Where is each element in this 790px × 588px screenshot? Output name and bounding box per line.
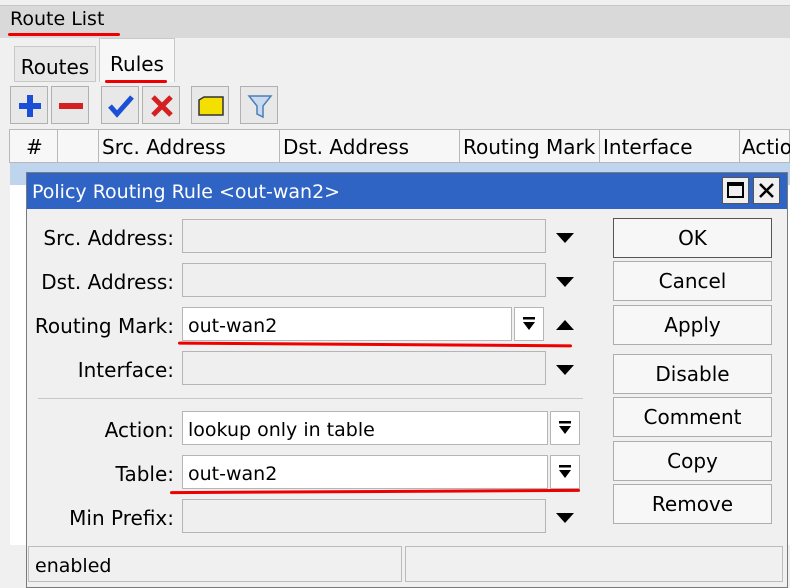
table-label: Table: <box>115 462 174 486</box>
dropdown-icon <box>559 465 571 478</box>
status-text: enabled <box>28 546 402 582</box>
dropdown-icon <box>523 317 535 330</box>
action-dropdown-button[interactable] <box>550 411 580 445</box>
min-prefix-field[interactable] <box>182 499 546 533</box>
minus-icon <box>59 103 83 109</box>
divider <box>38 398 583 399</box>
maximize-icon <box>727 182 744 198</box>
apply-button[interactable]: Apply <box>613 305 772 345</box>
dropdown-arrow-icon[interactable] <box>556 365 574 375</box>
check-icon <box>108 95 134 118</box>
close-button[interactable] <box>753 177 780 204</box>
dropdown-icon <box>559 421 571 434</box>
column-separator <box>98 130 99 162</box>
dst-address-field[interactable] <box>182 263 546 297</box>
min-prefix-label: Min Prefix: <box>69 506 174 530</box>
comment-icon <box>198 96 224 116</box>
ok-button[interactable]: OK <box>613 218 772 258</box>
column-header-dst-address[interactable]: Dst. Address <box>283 135 409 159</box>
column-separator <box>599 130 600 162</box>
src-address-field[interactable] <box>182 219 546 253</box>
tab-routes[interactable]: Routes <box>14 46 96 82</box>
disable-button[interactable] <box>142 86 180 124</box>
column-header-interface[interactable]: Interface <box>603 135 693 159</box>
cancel-button[interactable]: Cancel <box>613 261 772 301</box>
dropdown-arrow-icon[interactable] <box>556 513 574 523</box>
interface-label: Interface: <box>77 358 174 382</box>
add-button[interactable] <box>10 86 48 124</box>
src-address-label: Src. Address: <box>43 226 174 250</box>
routing-mark-dropdown-button[interactable] <box>514 307 544 341</box>
copy-button[interactable]: Copy <box>613 441 772 481</box>
routing-mark-label: Routing Mark: <box>34 314 174 338</box>
annotation-underline <box>105 80 167 83</box>
tab-rules[interactable]: Rules <box>99 38 175 82</box>
status-cell-empty <box>405 546 783 582</box>
comment-rule-button[interactable]: Comment <box>613 397 772 437</box>
table-select[interactable]: out-wan2 <box>182 455 548 489</box>
interface-field[interactable] <box>182 351 546 385</box>
dst-address-label: Dst. Address: <box>41 270 174 294</box>
plus-icon <box>19 95 41 117</box>
enable-button[interactable] <box>101 86 139 124</box>
filter-button[interactable] <box>240 86 278 124</box>
disable-rule-button[interactable]: Disable <box>613 354 772 394</box>
close-icon <box>759 183 774 198</box>
routing-mark-field[interactable]: out-wan2 <box>182 307 512 341</box>
column-separator <box>739 130 740 162</box>
collapse-arrow-icon[interactable] <box>556 320 574 330</box>
column-separator <box>57 130 58 162</box>
action-select[interactable]: lookup only in table <box>182 411 548 445</box>
dropdown-arrow-icon[interactable] <box>556 277 574 287</box>
remove-rule-button[interactable]: Remove <box>613 484 772 524</box>
comment-button[interactable] <box>191 86 229 124</box>
column-header-routing-mark[interactable]: Routing Mark <box>463 135 595 159</box>
annotation-underline <box>8 33 120 36</box>
column-header-src-address[interactable]: Src. Address <box>102 135 226 159</box>
column-separator <box>279 130 280 162</box>
window-title: Route List <box>10 8 105 30</box>
remove-button[interactable] <box>51 86 89 124</box>
dialog-title: Policy Routing Rule <out-wan2> <box>32 181 341 203</box>
maximize-button[interactable] <box>722 177 749 204</box>
filter-icon <box>247 95 273 119</box>
x-icon <box>151 95 173 117</box>
column-separator <box>459 130 460 162</box>
action-label: Action: <box>104 418 174 442</box>
column-header-action[interactable]: Actio <box>742 135 790 159</box>
column-header-number[interactable]: # <box>26 135 43 159</box>
table-dropdown-button[interactable] <box>550 455 580 489</box>
dropdown-arrow-icon[interactable] <box>556 233 574 243</box>
